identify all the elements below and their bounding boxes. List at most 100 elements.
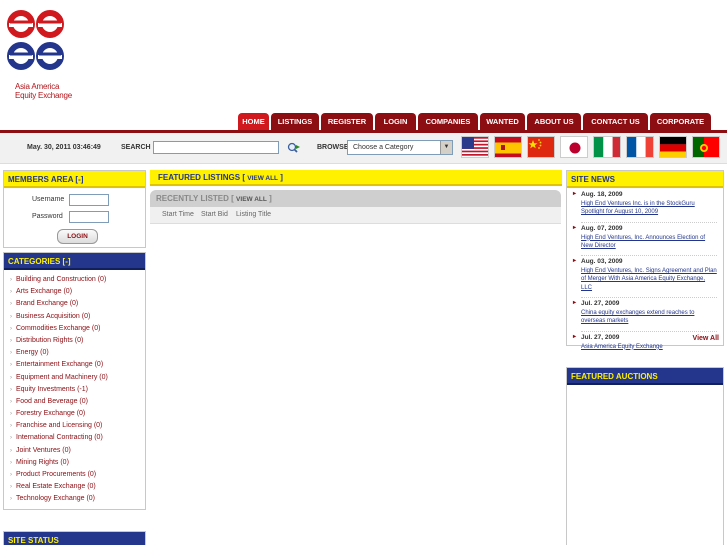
username-field[interactable] [69, 194, 109, 206]
dropdown-arrow-icon: ▼ [440, 141, 452, 154]
category-item[interactable]: › Commodities Exchange (0) [10, 323, 145, 335]
japan-flag-icon[interactable] [560, 136, 588, 158]
news-link-line2: overseas markets [581, 318, 629, 325]
bullet-icon: › [10, 398, 12, 405]
category-item[interactable]: › Food and Beverage (0) [10, 396, 145, 408]
category-item[interactable]: › Arts Exchange (0) [10, 286, 145, 298]
news-link[interactable]: Asia America Equity Exchange [581, 343, 717, 356]
search-input[interactable] [153, 141, 279, 154]
bracket-close: ] [269, 194, 272, 203]
news-link-line1: High End Ventures, Inc. Announces Electi… [581, 234, 706, 241]
category-item[interactable]: › Distribution Rights (0) [10, 335, 145, 347]
category-item[interactable]: › Mining Rights (0) [10, 457, 145, 469]
site-news-panel: SITE NEWS Aug. 18, 2009 High End Venture… [566, 170, 724, 350]
column-start-bid[interactable]: Start Bid [201, 211, 228, 218]
category-label: Joint Ventures (0) [16, 446, 71, 454]
column-listing-title[interactable]: Listing Title [236, 211, 271, 218]
category-label: Brand Exchange (0) [16, 300, 79, 308]
category-item[interactable]: › Equipment and Machinery (0) [10, 372, 145, 384]
category-item[interactable]: › Franchise and Licensing (0) [10, 420, 145, 432]
bullet-icon: › [10, 386, 12, 393]
category-label: Franchise and Licensing (0) [16, 422, 103, 430]
news-link-line1: China equity exchanges extend reaches to [581, 310, 695, 317]
nav-tab-corporate[interactable]: CORPORATE [650, 113, 711, 130]
category-label: Equity Investments (-1) [16, 385, 88, 393]
category-item[interactable]: › Joint Ventures (0) [10, 445, 145, 457]
category-item[interactable]: › Energy (0) [10, 347, 145, 359]
news-date: Aug. 03, 2009 [573, 256, 723, 267]
category-item[interactable]: › Building and Construction (0) [10, 274, 145, 286]
recent-view-all-link[interactable]: VIEW ALL [236, 196, 267, 203]
category-list: › Building and Construction (0) › Arts Exc… [4, 270, 145, 506]
category-label: International Contracting (0) [16, 434, 103, 442]
categories-title[interactable]: CATEGORIES [-] [4, 253, 145, 270]
bullet-icon: › [10, 337, 12, 344]
featured-view-all-link[interactable]: VIEW ALL [247, 175, 278, 182]
nav-tab-about-us[interactable]: ABOUT US [527, 113, 581, 130]
category-item[interactable]: › Business Acquisition (0) [10, 311, 145, 323]
category-item[interactable]: › International Contracting (0) [10, 432, 145, 444]
bullet-icon: › [10, 459, 12, 466]
site-news-title: SITE NEWS [567, 171, 723, 188]
news-link[interactable]: High End Ventures Inc. is in the StockGu… [581, 200, 717, 223]
bullet-icon: › [10, 447, 12, 454]
aaee-logo-icon [7, 10, 64, 70]
bullet-icon: › [10, 350, 12, 357]
news-link-line2: New Director [581, 242, 616, 249]
password-field[interactable] [69, 211, 109, 223]
news-link-line1: High End Ventures, Inc. Signs Agreement … [581, 268, 717, 275]
news-link[interactable]: High End Ventures, Inc. Announces Electi… [581, 234, 717, 257]
category-item[interactable]: › Forestry Exchange (0) [10, 408, 145, 420]
featured-listings-title: FEATURED LISTINGS [158, 173, 241, 182]
category-item[interactable]: › Brand Exchange (0) [10, 298, 145, 310]
category-select[interactable]: Choose a Category ▼ [347, 140, 453, 155]
news-list: Aug. 18, 2009 High End Ventures Inc. is … [567, 188, 723, 356]
nav-tab-companies[interactable]: COMPANIES [418, 113, 478, 130]
members-area-title[interactable]: MEMBERS AREA [-] [4, 171, 145, 188]
logo[interactable]: Asia America Equity Exchange [6, 6, 72, 100]
news-link-line2: of Merger With Asia America Equity Excha… [581, 276, 706, 291]
bullet-icon: › [10, 289, 12, 296]
browse-label: BROWSE [317, 144, 349, 151]
username-label: Username [32, 196, 65, 203]
category-item[interactable]: › Real Estate Exchange (0) [10, 481, 145, 493]
nav-tab-contact-us[interactable]: CONTACT US [583, 113, 648, 130]
news-link[interactable]: China equity exchanges extend reaches to… [581, 309, 717, 332]
germany-flag-icon[interactable] [659, 136, 687, 158]
news-view-all-link[interactable]: View All [693, 335, 719, 342]
header: Asia America Equity Exchange HOME LISTIN… [0, 0, 727, 130]
france-flag-icon[interactable] [626, 136, 654, 158]
column-start-time[interactable]: Start Time [162, 211, 194, 218]
bullet-icon: › [10, 411, 12, 418]
usa-flag-icon[interactable] [461, 136, 489, 158]
login-button[interactable]: LOGIN [57, 229, 98, 244]
italy-flag-icon[interactable] [593, 136, 621, 158]
password-label: Password [32, 213, 63, 220]
category-item[interactable]: › Entertainment Exchange (0) [10, 359, 145, 371]
spain-flag-icon[interactable] [494, 136, 522, 158]
bullet-icon: › [10, 435, 12, 442]
category-item[interactable]: › Product Procurements (0) [10, 469, 145, 481]
category-item[interactable]: › Equity Investments (-1) [10, 384, 145, 396]
featured-auctions-title: FEATURED AUCTIONS [567, 368, 723, 385]
nav-tab-wanted[interactable]: WANTED [480, 113, 525, 130]
news-link[interactable]: High End Ventures, Inc. Signs Agreement … [581, 267, 717, 299]
nav-tab-login[interactable]: LOGIN [375, 113, 416, 130]
china-flag-icon[interactable] [527, 136, 555, 158]
category-label: Arts Exchange (0) [16, 288, 73, 296]
category-label: Food and Beverage (0) [16, 397, 88, 405]
portugal-flag-icon[interactable] [692, 136, 720, 158]
featured-listings-header: FEATURED LISTINGS [ VIEW ALL ] [150, 170, 562, 186]
recently-listed-header: RECENTLY LISTED [ VIEW ALL ] [150, 190, 561, 207]
nav-tab-home[interactable]: HOME [238, 113, 269, 130]
bullet-icon: › [10, 496, 12, 503]
news-date: Jul. 27, 2009 [573, 298, 723, 309]
news-link-line1: High End Ventures Inc. is in the StockGu… [581, 201, 695, 207]
category-select-value: Choose a Category [353, 144, 414, 151]
nav-tab-register[interactable]: REGISTER [321, 113, 373, 130]
category-item[interactable]: › Technology Exchange (0) [10, 493, 145, 505]
nav-tab-listings[interactable]: LISTINGS [271, 113, 319, 130]
category-label: Forestry Exchange (0) [16, 410, 86, 418]
category-label: Energy (0) [16, 349, 49, 357]
search-go-icon[interactable] [287, 142, 301, 154]
